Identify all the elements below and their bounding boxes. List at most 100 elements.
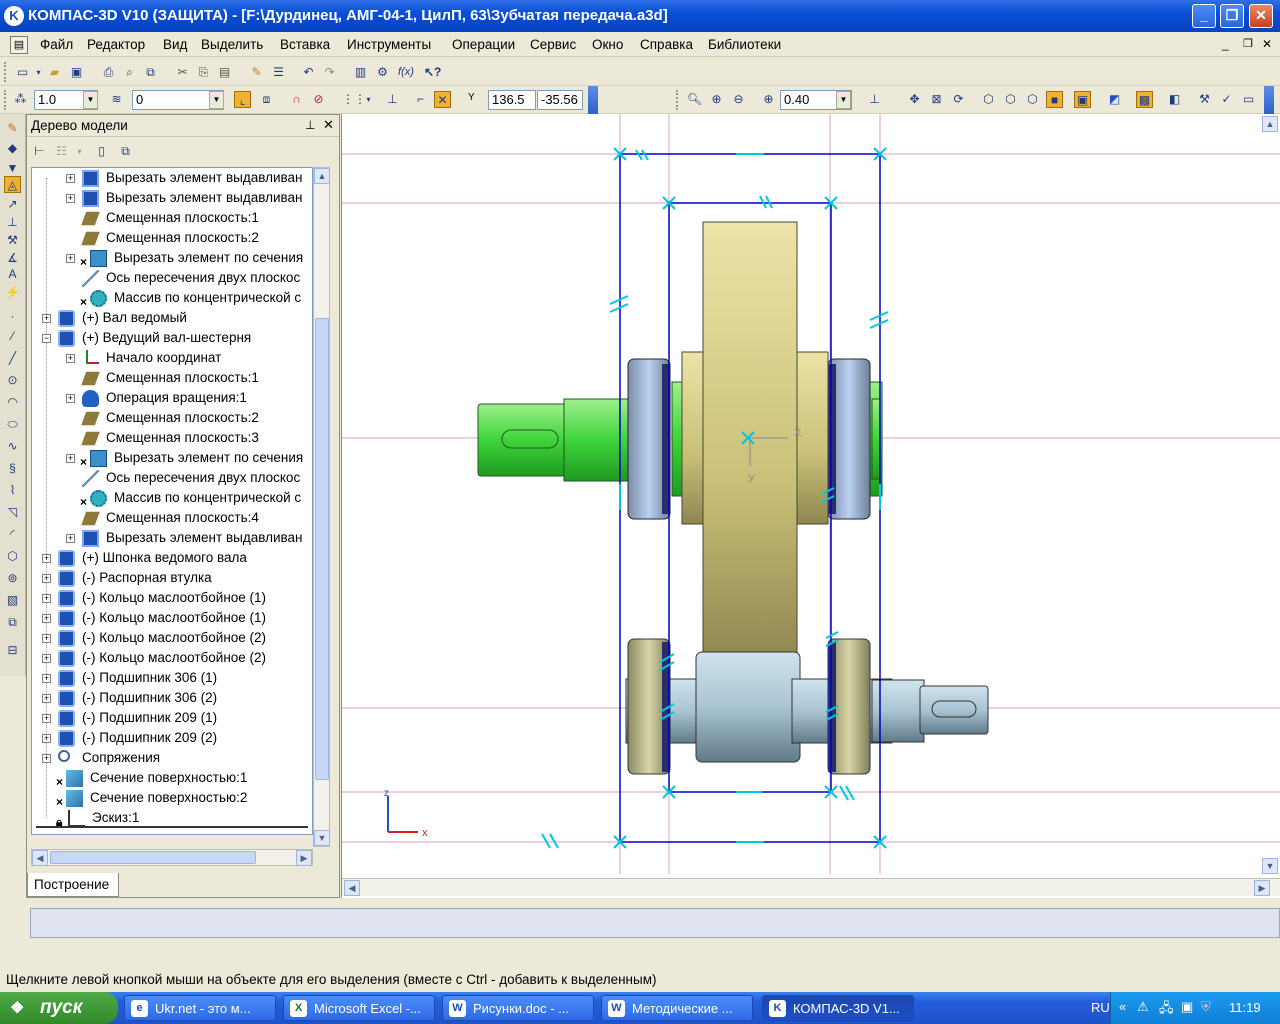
task-word-pictures[interactable]: W Рисунки.doc - ... bbox=[442, 995, 594, 1021]
dimensions-icon[interactable]: ↗ bbox=[4, 196, 21, 213]
scroll-down-button[interactable]: ▼ bbox=[314, 830, 330, 846]
tree-expand-toggle[interactable]: + bbox=[42, 314, 51, 323]
h-scroll-thumb[interactable] bbox=[50, 851, 256, 864]
manager-icon[interactable]: ▥ bbox=[352, 64, 369, 81]
menu-service[interactable]: Сервис bbox=[530, 37, 576, 52]
show-all-icon[interactable]: ⊠ bbox=[928, 91, 945, 108]
section-icon[interactable]: ◧ bbox=[1166, 91, 1183, 108]
local-cs-icon[interactable]: ⊥ bbox=[384, 91, 401, 108]
open-folder-icon[interactable]: ▰ bbox=[46, 64, 63, 81]
tree-item[interactable]: + Сопряжения bbox=[32, 748, 312, 768]
scroll-left-button[interactable]: ◀ bbox=[32, 850, 48, 866]
tree-expand-toggle[interactable]: + bbox=[42, 634, 51, 643]
scroll-up-button[interactable]: ▲ bbox=[314, 168, 330, 184]
tree-expand-toggle[interactable]: + bbox=[42, 654, 51, 663]
pan-icon[interactable]: ✥ bbox=[906, 91, 923, 108]
measure-icon[interactable]: ⚒ bbox=[1196, 91, 1213, 108]
start-button[interactable]: ❖ пуск bbox=[0, 992, 118, 1024]
view-toolbar-overflow-button[interactable] bbox=[1264, 86, 1274, 114]
snap-settings-icon[interactable]: ⊘ bbox=[310, 91, 327, 108]
spline-icon[interactable]: ∿ bbox=[4, 438, 21, 455]
minimize-button[interactable]: _ bbox=[1192, 4, 1216, 28]
scroll-thumb[interactable] bbox=[315, 318, 329, 780]
tree-expand-toggle[interactable]: + bbox=[42, 754, 51, 763]
tree-item[interactable]: + (-) Подшипник 306 (1) bbox=[32, 668, 312, 688]
close-button[interactable]: ✕ bbox=[1249, 4, 1273, 28]
menu-view[interactable]: Вид bbox=[163, 37, 187, 52]
diagnostics-icon[interactable]: ✓ bbox=[1218, 91, 1235, 108]
zoom-in-icon[interactable]: ⊕ bbox=[708, 91, 725, 108]
specification-icon[interactable]: ⚡ bbox=[4, 284, 21, 301]
ortho-mode-icon[interactable]: ⌞ bbox=[234, 91, 251, 108]
hidden-lines-icon[interactable]: ⬡ bbox=[1002, 91, 1019, 108]
tree-item[interactable]: Смещенная плоскость:1 bbox=[32, 368, 312, 388]
task-excel[interactable]: X Microsoft Excel -... bbox=[283, 995, 435, 1021]
tree-item[interactable]: Ось пересечения двух плоскос bbox=[32, 468, 312, 488]
wireframe-icon[interactable]: ⬡ bbox=[980, 91, 997, 108]
projection-icon[interactable]: ⧉ bbox=[4, 614, 21, 631]
toolbar-overflow-button[interactable] bbox=[588, 86, 598, 114]
tree-item[interactable]: + (-) Кольцо маслоотбойное (2) bbox=[32, 628, 312, 648]
tree-item[interactable]: Смещенная плоскость:4 bbox=[32, 508, 312, 528]
step-dropdown[interactable]: ▼ bbox=[83, 91, 98, 109]
zoom-out-icon[interactable]: ⊖ bbox=[730, 91, 747, 108]
tree-sort-icon[interactable]: ☷ bbox=[53, 143, 70, 160]
tree-item[interactable]: Смещенная плоскость:3 bbox=[32, 428, 312, 448]
rotate-icon[interactable]: ⟳ bbox=[950, 91, 967, 108]
tree-item[interactable]: + (-) Подшипник 209 (2) bbox=[32, 728, 312, 748]
hammer-icon[interactable]: ⚒ bbox=[4, 232, 21, 249]
viewport-scroll-left[interactable]: ◀ bbox=[344, 880, 360, 896]
tree-item[interactable]: + (-) Кольцо маслоотбойное (2) bbox=[32, 648, 312, 668]
doc-restore-button[interactable]: ❐ bbox=[1243, 37, 1253, 50]
menu-tools[interactable]: Инструменты bbox=[347, 37, 431, 52]
point-icon[interactable]: · bbox=[4, 308, 21, 325]
tree-expand-toggle[interactable]: + bbox=[66, 174, 75, 183]
properties-icon[interactable]: ☰ bbox=[270, 64, 287, 81]
pinion-shaft[interactable] bbox=[625, 651, 989, 763]
round-icon[interactable]: ⌐ bbox=[412, 91, 429, 108]
task-kompas[interactable]: K КОМПАС-3D V1... bbox=[762, 995, 914, 1021]
menu-file[interactable]: Файл bbox=[40, 37, 73, 52]
tree-expand-toggle[interactable]: + bbox=[42, 714, 51, 723]
tree-expand-toggle[interactable]: + bbox=[42, 574, 51, 583]
menu-window[interactable]: Окно bbox=[592, 37, 623, 52]
cursor-snap-icon[interactable]: ✕ bbox=[434, 91, 451, 108]
viewport-horizontal-scrollbar[interactable]: ◀ ▶ bbox=[342, 878, 1280, 896]
copy-icon[interactable]: ⎘ bbox=[195, 64, 212, 81]
tree-item[interactable]: + (-) Распорная втулка bbox=[32, 568, 312, 588]
task-word-methodical[interactable]: W Методические ... bbox=[601, 995, 753, 1021]
assembly-drawing[interactable]: У X z x bbox=[342, 114, 1280, 898]
tree-expand-toggle[interactable]: + bbox=[66, 254, 75, 263]
new-dropdown-icon[interactable]: ▾ bbox=[30, 64, 47, 81]
viewport-scroll-right[interactable]: ▶ bbox=[1254, 880, 1270, 896]
antivirus-icon[interactable]: ⛨ bbox=[1201, 999, 1211, 1015]
tree-item[interactable]: + (-) Подшипник 306 (2) bbox=[32, 688, 312, 708]
tree-item[interactable]: + (-) Кольцо маслоотбойное (1) bbox=[32, 608, 312, 628]
polyline-icon[interactable]: ⌇ bbox=[4, 482, 21, 499]
circle-icon[interactable]: ⊙ bbox=[4, 372, 21, 389]
tree-expand-toggle[interactable]: + bbox=[42, 694, 51, 703]
tree-relations-icon[interactable]: ⧉ bbox=[117, 143, 134, 160]
3d-viewport[interactable]: У X z x ◀ ▶ ▲ ▼ bbox=[341, 114, 1280, 898]
format-brush-icon[interactable]: ✎ bbox=[248, 64, 265, 81]
polygon-icon[interactable]: ⬡ bbox=[4, 548, 21, 565]
tree-item[interactable]: × Массив по концентрической с bbox=[32, 488, 312, 509]
filter-icon[interactable]: ▼ bbox=[4, 160, 21, 177]
tree-item[interactable]: Ось пересечения двух плоскос bbox=[32, 268, 312, 288]
equidistant-icon[interactable]: ⊚ bbox=[4, 570, 21, 587]
chamfer-icon[interactable]: ◹ bbox=[4, 504, 21, 521]
tree-expand-toggle[interactable]: + bbox=[66, 534, 75, 543]
panel-icon[interactable]: ▭ bbox=[1240, 91, 1257, 108]
tree-item[interactable]: 🔒︎ Эскиз:1 bbox=[32, 808, 312, 829]
shaded-icon[interactable]: ■ bbox=[1046, 91, 1063, 108]
tree-horizontal-scrollbar[interactable]: ◀ ▶ bbox=[31, 849, 313, 866]
print-icon[interactable]: ⎙ bbox=[100, 64, 117, 81]
tree-item[interactable]: × Сечение поверхностью:1 bbox=[32, 768, 312, 789]
print-preview-icon[interactable]: ⌕ bbox=[121, 64, 138, 81]
perspective-icon[interactable]: ◩ bbox=[1106, 91, 1123, 108]
tray-monitor-icon[interactable]: ▣ bbox=[1181, 999, 1193, 1015]
redo-icon[interactable]: ↷ bbox=[321, 64, 338, 81]
cut-icon[interactable]: ✂ bbox=[174, 64, 191, 81]
grid-icon[interactable]: ⋮⋮ bbox=[342, 91, 366, 108]
paste-icon[interactable]: ▤ bbox=[216, 64, 233, 81]
